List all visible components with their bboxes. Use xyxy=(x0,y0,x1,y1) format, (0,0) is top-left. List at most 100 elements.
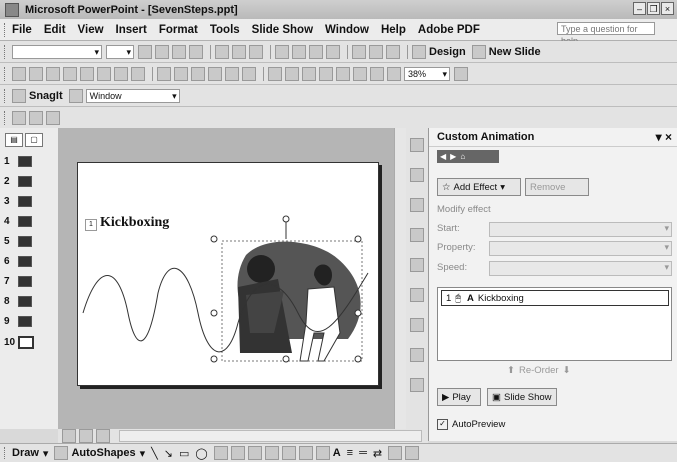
insert-table-icon[interactable] xyxy=(285,66,299,81)
fill-color-icon[interactable] xyxy=(298,446,313,460)
clipart-image[interactable] xyxy=(78,163,378,385)
slide-thumb[interactable]: 6 xyxy=(4,256,32,267)
draw-tool-icon[interactable] xyxy=(410,138,424,152)
decrease-indent-icon[interactable] xyxy=(352,44,366,59)
line-style-icon[interactable]: ≡ xyxy=(347,447,353,459)
underline-icon[interactable] xyxy=(172,44,186,59)
toolbar-grip[interactable] xyxy=(4,110,8,125)
draw-tool-icon[interactable] xyxy=(410,318,424,332)
font-size-combo[interactable] xyxy=(106,44,134,59)
new-slide-button[interactable]: New Slide xyxy=(489,46,541,58)
minimize-icon[interactable]: – xyxy=(633,2,646,15)
print-preview-icon[interactable] xyxy=(97,66,111,81)
slide-thumb[interactable]: 2 xyxy=(4,176,32,187)
research-icon[interactable] xyxy=(131,66,145,81)
font-color-icon[interactable] xyxy=(386,44,400,59)
markup-icon[interactable] xyxy=(46,110,60,125)
paste-icon[interactable] xyxy=(191,66,205,81)
text-box-icon[interactable] xyxy=(213,446,228,460)
spelling-icon[interactable] xyxy=(114,66,128,81)
format-painter-icon[interactable] xyxy=(208,66,222,81)
forward-icon[interactable]: ▶ xyxy=(450,152,456,161)
slide-show-view-icon[interactable] xyxy=(96,429,110,443)
close-icon[interactable]: ▾ × xyxy=(656,130,672,144)
open-icon[interactable] xyxy=(29,66,43,81)
powerpoint-app-icon[interactable] xyxy=(5,2,19,17)
draw-menu[interactable]: Draw xyxy=(12,447,39,459)
font-combo[interactable] xyxy=(12,44,102,59)
undo-icon[interactable] xyxy=(225,66,239,81)
arrow-style-icon[interactable]: ⇄ xyxy=(373,447,382,460)
animation-list[interactable]: 1 🖱 A Kickboxing xyxy=(437,287,672,361)
design-icon[interactable] xyxy=(412,44,426,59)
wordart-icon[interactable] xyxy=(230,446,245,460)
insert-chart-icon[interactable] xyxy=(268,66,282,81)
slide-thumb-selected[interactable]: 10 xyxy=(4,336,34,349)
menu-insert[interactable]: Insert xyxy=(116,24,147,36)
line-icon[interactable]: ╲ xyxy=(151,447,158,460)
normal-view-icon[interactable] xyxy=(62,429,76,443)
menu-window[interactable]: Window xyxy=(325,24,369,36)
slide-thumb[interactable]: 1 xyxy=(4,156,32,167)
draw-tool-icon[interactable] xyxy=(410,198,424,212)
snagit-capture-combo[interactable]: Window xyxy=(85,88,180,103)
autopreview-option[interactable]: ✓ AutoPreview xyxy=(437,419,505,430)
draw-tool-icon[interactable] xyxy=(410,228,424,242)
slide-thumb[interactable]: 5 xyxy=(4,236,32,247)
horizontal-scrollbar[interactable] xyxy=(119,430,422,442)
show-formatting-icon[interactable] xyxy=(353,66,367,81)
bullets-icon[interactable] xyxy=(292,44,306,59)
back-icon[interactable]: ◀ xyxy=(440,152,446,161)
menu-slide-show[interactable]: Slide Show xyxy=(252,24,313,36)
property-select[interactable] xyxy=(489,241,672,256)
menu-file[interactable]: File xyxy=(12,24,32,36)
slide-thumb[interactable]: 9 xyxy=(4,316,32,327)
font-color-icon[interactable]: A xyxy=(333,447,341,459)
slide-thumb[interactable]: 4 xyxy=(4,216,32,227)
tab-outline[interactable]: ▤ xyxy=(5,133,23,147)
menu-tools[interactable]: Tools xyxy=(210,24,240,36)
save-icon[interactable] xyxy=(46,66,60,81)
redo-icon[interactable] xyxy=(242,66,256,81)
draw-tool-icon[interactable] xyxy=(410,348,424,362)
add-effect-button[interactable]: ☆ Add Effect ▾ xyxy=(437,178,521,196)
help-search-input[interactable]: Type a question for help xyxy=(557,22,655,46)
menu-view[interactable]: View xyxy=(78,24,104,36)
arrow-icon[interactable]: ↘ xyxy=(164,447,173,460)
play-button[interactable]: ▶ Play xyxy=(437,388,481,406)
italic-icon[interactable] xyxy=(155,44,169,59)
start-select[interactable] xyxy=(489,222,672,237)
dash-style-icon[interactable]: ═ xyxy=(359,447,367,459)
slide-thumb[interactable]: 7 xyxy=(4,276,32,287)
oval-icon[interactable]: ◯ xyxy=(195,447,207,460)
snagit-capture-icon[interactable] xyxy=(12,88,26,103)
autoshapes-menu[interactable]: AutoShapes xyxy=(71,447,135,459)
zoom-combo[interactable]: 38% xyxy=(404,66,450,81)
align-right-icon[interactable] xyxy=(249,44,263,59)
move-down-icon[interactable]: ⬇ xyxy=(563,365,571,376)
menu-help[interactable]: Help xyxy=(381,24,406,36)
menu-format[interactable]: Format xyxy=(159,24,198,36)
clip-art-icon[interactable] xyxy=(264,446,279,460)
decrease-font-icon[interactable] xyxy=(326,44,340,59)
animation-list-item[interactable]: 1 🖱 A Kickboxing xyxy=(441,290,669,306)
design-button[interactable]: Design xyxy=(429,46,466,58)
toolbar-grip[interactable] xyxy=(4,44,8,59)
new-slide-icon[interactable] xyxy=(471,44,486,59)
home-icon[interactable]: ⌂ xyxy=(460,152,465,161)
cut-icon[interactable] xyxy=(157,66,171,81)
draw-tool-icon[interactable] xyxy=(410,168,424,182)
permission-icon[interactable] xyxy=(63,66,77,81)
menu-edit[interactable]: Edit xyxy=(44,24,66,36)
review-icon[interactable] xyxy=(12,110,26,125)
color-grayscale-icon[interactable] xyxy=(387,66,401,81)
slide-show-button[interactable]: ▣ Slide Show xyxy=(487,388,557,406)
draw-tool-icon[interactable] xyxy=(410,378,424,392)
tab-slides[interactable]: ▢ xyxy=(25,133,43,147)
line-color-icon[interactable] xyxy=(315,446,330,460)
bold-icon[interactable] xyxy=(138,44,152,59)
diagram-icon[interactable] xyxy=(247,446,262,460)
draw-tool-icon[interactable] xyxy=(410,258,424,272)
comment-icon[interactable] xyxy=(29,110,43,125)
increase-font-icon[interactable] xyxy=(309,44,323,59)
